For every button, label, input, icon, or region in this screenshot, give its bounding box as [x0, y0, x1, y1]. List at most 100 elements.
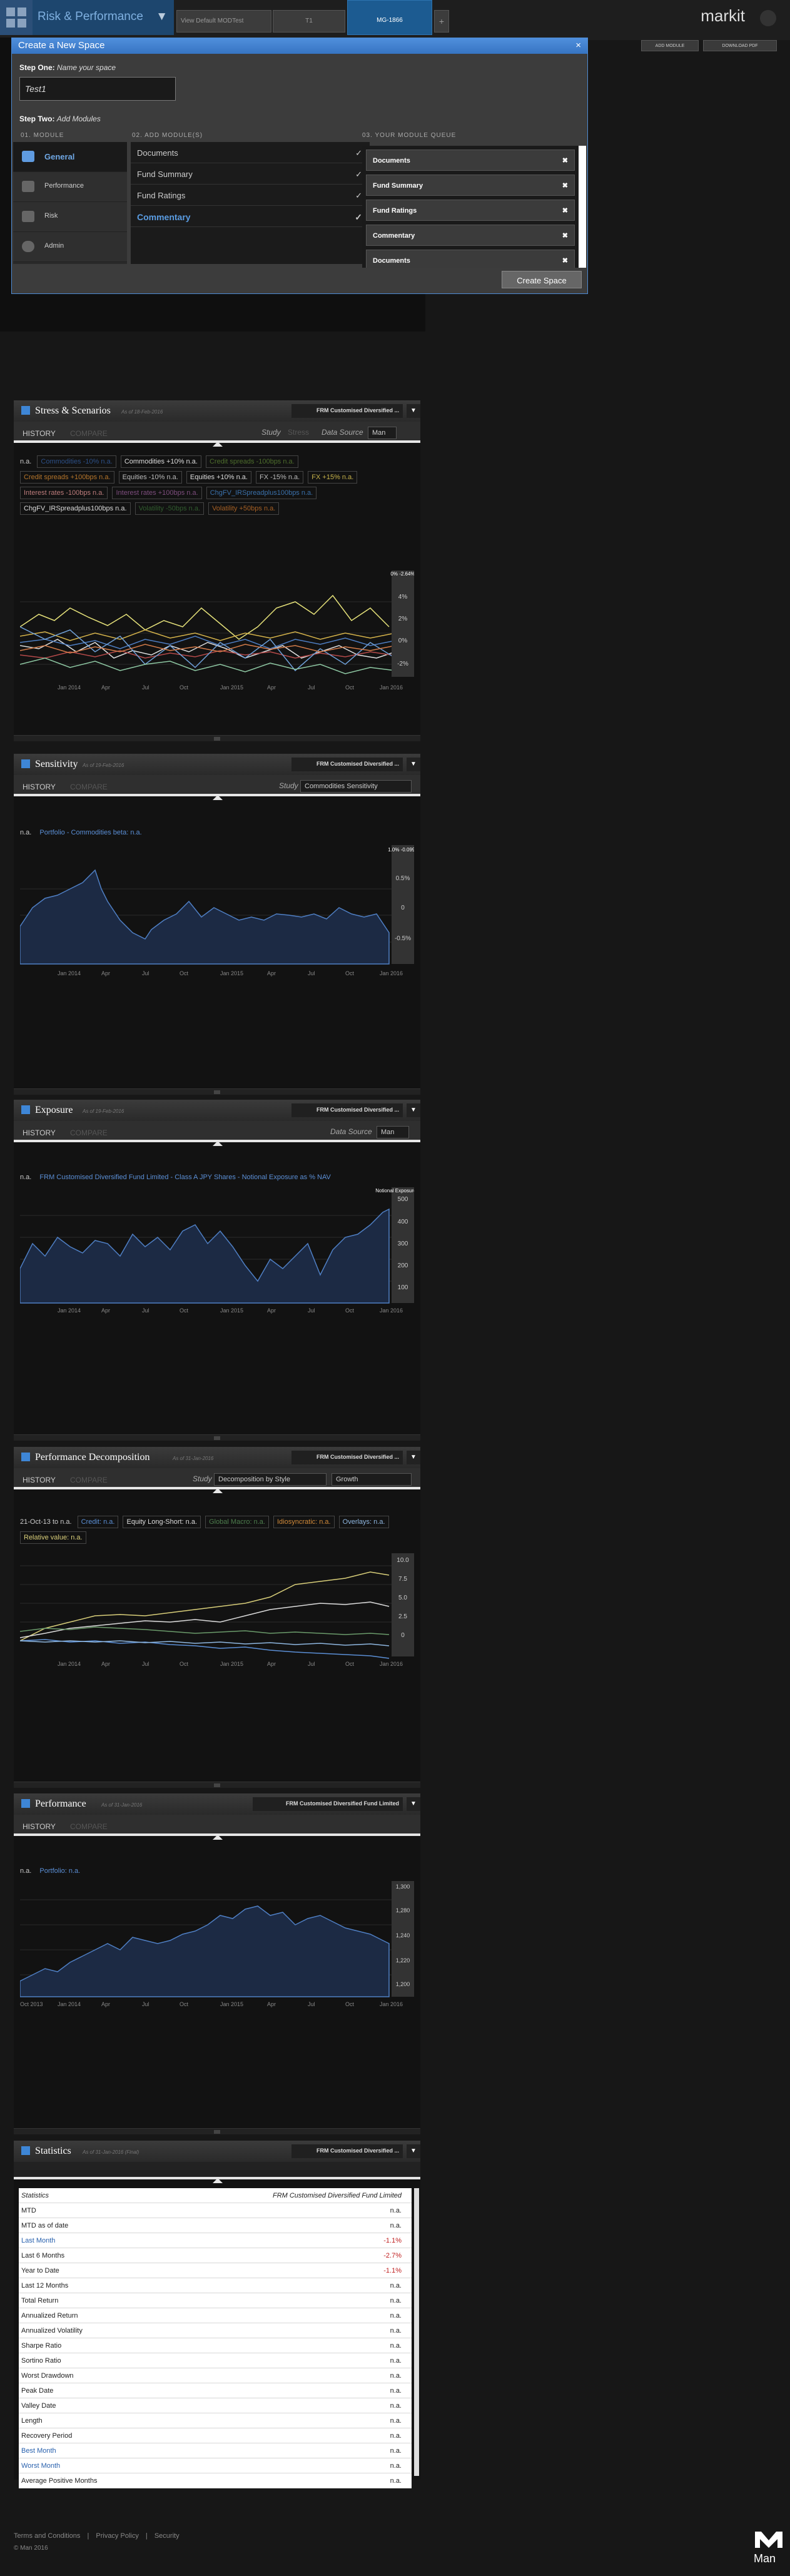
create-space-button[interactable]: Create Space [502, 271, 582, 288]
study-select[interactable]: Commodities Sensitivity [300, 780, 412, 793]
module-admin[interactable]: Admin [13, 232, 127, 262]
chevron-down-icon[interactable]: ▼ [407, 1451, 420, 1464]
add-module-button[interactable]: ADD MODULE [641, 40, 699, 51]
tab-compare[interactable]: COMPARE [70, 783, 108, 791]
apps-grid-icon[interactable] [0, 0, 33, 35]
fund-selector[interactable]: FRM Customised Diversified Fund Limited [253, 1797, 403, 1811]
table-scrollbar[interactable] [414, 2188, 419, 2476]
space-name-input[interactable]: Test1 [19, 77, 176, 101]
legend-tag[interactable]: Credit: n.a. [77, 1516, 119, 1528]
legend-tag[interactable]: Volatility +50bps n.a. [208, 502, 280, 515]
queue-item[interactable]: Documents ✖ [366, 250, 575, 268]
fund-selector[interactable]: FRM Customised Diversified ... [291, 1451, 403, 1464]
data-source-select[interactable]: Man [377, 1126, 409, 1138]
table-row[interactable]: Last Month -1.1% [19, 2233, 412, 2248]
tab-history[interactable]: HISTORY [23, 1476, 56, 1484]
tab-t1[interactable]: T1 [273, 10, 345, 33]
queue-item[interactable]: Documents ✖ [366, 150, 575, 171]
legend-tag[interactable]: ChgFV_IRSpreadplus100bps n.a. [20, 502, 131, 515]
fund-selector[interactable]: FRM Customised Diversified ... [291, 758, 403, 771]
chevron-down-icon[interactable]: ▼ [407, 1797, 420, 1811]
legend-tag[interactable]: Equities -10% n.a. [118, 471, 182, 484]
resize-handle[interactable] [14, 735, 420, 741]
user-icon[interactable] [760, 10, 776, 26]
legend-tag[interactable]: FX -15% n.a. [256, 471, 304, 484]
x-tick: Jan 2016 [380, 684, 403, 691]
legend-tag[interactable]: Overlays: n.a. [338, 1516, 389, 1528]
tab-history[interactable]: HISTORY [23, 1822, 56, 1831]
table-row[interactable]: Worst Month n.a. [19, 2458, 412, 2473]
resize-handle[interactable] [14, 2128, 420, 2134]
close-icon[interactable]: ✖ [562, 156, 568, 165]
legend-tag[interactable]: Commodities +10% n.a. [120, 455, 201, 468]
module-risk[interactable]: Risk [13, 202, 127, 232]
tab-default[interactable]: View Default MODTest [176, 10, 271, 33]
tab-compare[interactable]: COMPARE [70, 429, 108, 438]
tab-history[interactable]: HISTORY [23, 429, 56, 438]
tab-mg-1866[interactable]: MG-1866 [347, 0, 432, 35]
legend-tag[interactable]: Credit spreads +100bps n.a. [20, 471, 114, 484]
legend-tag[interactable]: Idiosyncratic: n.a. [273, 1516, 335, 1528]
resize-handle[interactable] [14, 1434, 420, 1441]
module-general[interactable]: General [13, 142, 127, 172]
fund-selector[interactable]: FRM Customised Diversified ... [291, 404, 403, 418]
tab-compare[interactable]: COMPARE [70, 1822, 108, 1831]
chevron-down-icon[interactable]: ▼ [407, 404, 420, 418]
sensitivity-panel: Sensitivity As of 19-Feb-2016 FRM Custom… [14, 754, 420, 1095]
table-row: Year to Date -1.1% [19, 2263, 412, 2278]
close-icon[interactable]: × [575, 40, 581, 51]
legend-series[interactable]: Portfolio: n.a. [39, 1867, 80, 1875]
tab-history[interactable]: HISTORY [23, 1128, 56, 1137]
chevron-down-icon[interactable]: ▼ [407, 1103, 420, 1117]
legend-tag[interactable]: Interest rates +100bps n.a. [112, 487, 202, 499]
queue-scrollbar[interactable] [579, 146, 586, 268]
chevron-down-icon[interactable]: ▼ [407, 2144, 420, 2158]
queue-item[interactable]: Commentary ✖ [366, 225, 575, 246]
legend-series[interactable]: FRM Customised Diversified Fund Limited … [39, 1174, 330, 1181]
table-row: Peak Date n.a. [19, 2383, 412, 2398]
legend-tag[interactable]: Volatility -50bps n.a. [134, 502, 205, 515]
tab-compare[interactable]: COMPARE [70, 1128, 108, 1137]
study-select[interactable]: Decomposition by Style [214, 1473, 327, 1486]
legend-tag[interactable]: ChgFV_IRSpreadplus100bps n.a. [206, 487, 317, 499]
add-item-fund-ratings[interactable]: Fund Ratings ✓ [131, 185, 370, 206]
growth-select[interactable]: Growth [332, 1473, 412, 1486]
fund-selector[interactable]: FRM Customised Diversified ... [291, 2144, 403, 2158]
as-of-date: As of 18-Feb-2016 [121, 409, 163, 415]
legend-tag[interactable]: Commodities -10% n.a. [37, 455, 116, 468]
download-pdf-button[interactable]: DOWNLOAD PDF [703, 40, 777, 51]
queue-item[interactable]: Fund Summary ✖ [366, 175, 575, 196]
add-item-documents[interactable]: Documents ✓ [131, 142, 370, 163]
legend-tag[interactable]: Interest rates -100bps n.a. [20, 487, 108, 499]
terms-link[interactable]: Terms and Conditions [14, 2532, 80, 2540]
close-icon[interactable]: ✖ [562, 231, 568, 240]
legend-tag[interactable]: Equities +10% n.a. [186, 471, 251, 484]
close-icon[interactable]: ✖ [562, 206, 568, 215]
tab-history[interactable]: HISTORY [23, 783, 56, 791]
legend-series[interactable]: Portfolio - Commodities beta: n.a. [39, 829, 141, 836]
privacy-link[interactable]: Privacy Policy [96, 2532, 138, 2540]
close-icon[interactable]: ✖ [562, 256, 568, 265]
legend-tag[interactable]: Credit spreads -100bps n.a. [205, 455, 298, 468]
add-tab-button[interactable]: + [434, 10, 449, 33]
add-item-commentary[interactable]: Commentary ✓ [131, 206, 370, 227]
legend-tag[interactable]: Relative value: n.a. [20, 1531, 86, 1544]
tab-bar: HISTORY COMPARE Study Decomposition by S… [14, 1468, 420, 1493]
security-link[interactable]: Security [154, 2532, 180, 2540]
legend-tag[interactable]: Equity Long-Short: n.a. [123, 1516, 201, 1528]
add-item-fund-summary[interactable]: Fund Summary ✓ [131, 163, 370, 185]
resize-handle[interactable] [14, 1782, 420, 1788]
table-row[interactable]: Best Month n.a. [19, 2443, 412, 2458]
legend-tag[interactable]: Global Macro: n.a. [205, 1516, 269, 1528]
fund-selector[interactable]: FRM Customised Diversified ... [291, 1103, 403, 1117]
close-icon[interactable]: ✖ [562, 181, 568, 190]
study-value[interactable]: Stress [288, 428, 309, 437]
queue-item[interactable]: Fund Ratings ✖ [366, 200, 575, 221]
resize-handle[interactable] [14, 1088, 420, 1095]
module-performance[interactable]: Performance [13, 172, 127, 202]
tab-compare[interactable]: COMPARE [70, 1476, 108, 1484]
app-title[interactable]: Risk & Performance ▼ [33, 0, 174, 35]
data-source-select[interactable]: Man [368, 427, 397, 439]
chevron-down-icon[interactable]: ▼ [407, 758, 420, 771]
legend-tag[interactable]: FX +15% n.a. [308, 471, 358, 484]
